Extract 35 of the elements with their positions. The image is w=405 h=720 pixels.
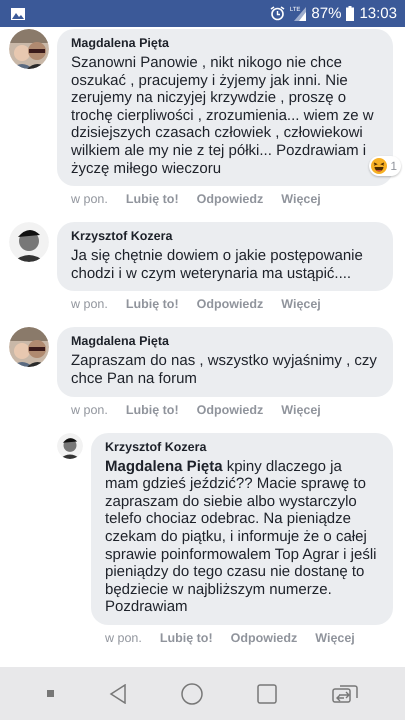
comment-text: Ja się chętnie dowiem o jakie postępowanie chodzi i w czym weterynaria ma ustąpić....	[71, 247, 364, 282]
action-link[interactable]: Lubię to!	[160, 630, 213, 645]
laughing-emoji-icon	[371, 158, 388, 174]
timestamp: w pon.	[105, 630, 142, 645]
reaction-badge[interactable]: 1	[369, 156, 401, 176]
action-link[interactable]: Więcej	[315, 630, 355, 645]
battery-percentage: 87%	[311, 5, 342, 22]
action-link[interactable]: Więcej	[281, 192, 321, 206]
action-link[interactable]: Odpowiedz	[196, 192, 264, 206]
timestamp: w pon.	[71, 402, 108, 417]
action-link[interactable]: Odpowiedz	[230, 630, 298, 645]
action-link[interactable]: Odpowiedz	[196, 297, 264, 312]
author-name[interactable]: Krzysztof Kozera	[105, 440, 379, 454]
author-name[interactable]: Krzysztof Kozera	[71, 229, 379, 244]
switch-icon[interactable]	[332, 684, 358, 702]
timestamp: w pon.	[71, 297, 108, 312]
action-link[interactable]: Lubię to!	[126, 402, 179, 417]
action-link[interactable]: Więcej	[281, 297, 321, 312]
action-link[interactable]: Lubię to!	[126, 297, 179, 312]
battery-icon	[346, 6, 354, 21]
action-link[interactable]: Lubię to!	[126, 192, 179, 206]
reaction-count: 1	[390, 159, 397, 174]
author-name[interactable]: Magdalena Pięta	[71, 36, 379, 50]
home-icon[interactable]	[180, 682, 203, 704]
image-icon	[10, 6, 26, 20]
clock: 13:03	[359, 5, 397, 22]
comment-text: Zapraszam do nas , wszystko wyjaśnimy , czy chce Pan na forum	[71, 352, 378, 388]
timestamp: w pon.	[71, 192, 108, 206]
alarm-icon	[270, 6, 285, 21]
action-link[interactable]: Więcej	[281, 402, 321, 417]
comment-text: Magdalena Pięta kpiny dlaczego ja mam gdzieś jeździć?? Macie sprawę to zapraszam do siebie albo wystarczylo telefo chociaz odebrac. Na pieniądze czekam do piątku, i informuje że o całej sprawie poinformowalem Top Agrar i jeśli pieniądzy do tego czasu nie dostanę to będziecie w najbliższym numerze. Pozdrawiam	[105, 458, 378, 616]
author-name[interactable]: Magdalena Pięta	[71, 334, 379, 348]
back-icon[interactable]	[108, 684, 127, 704]
action-link[interactable]: Odpowiedz	[196, 402, 264, 417]
recent-apps-icon[interactable]	[257, 684, 278, 704]
